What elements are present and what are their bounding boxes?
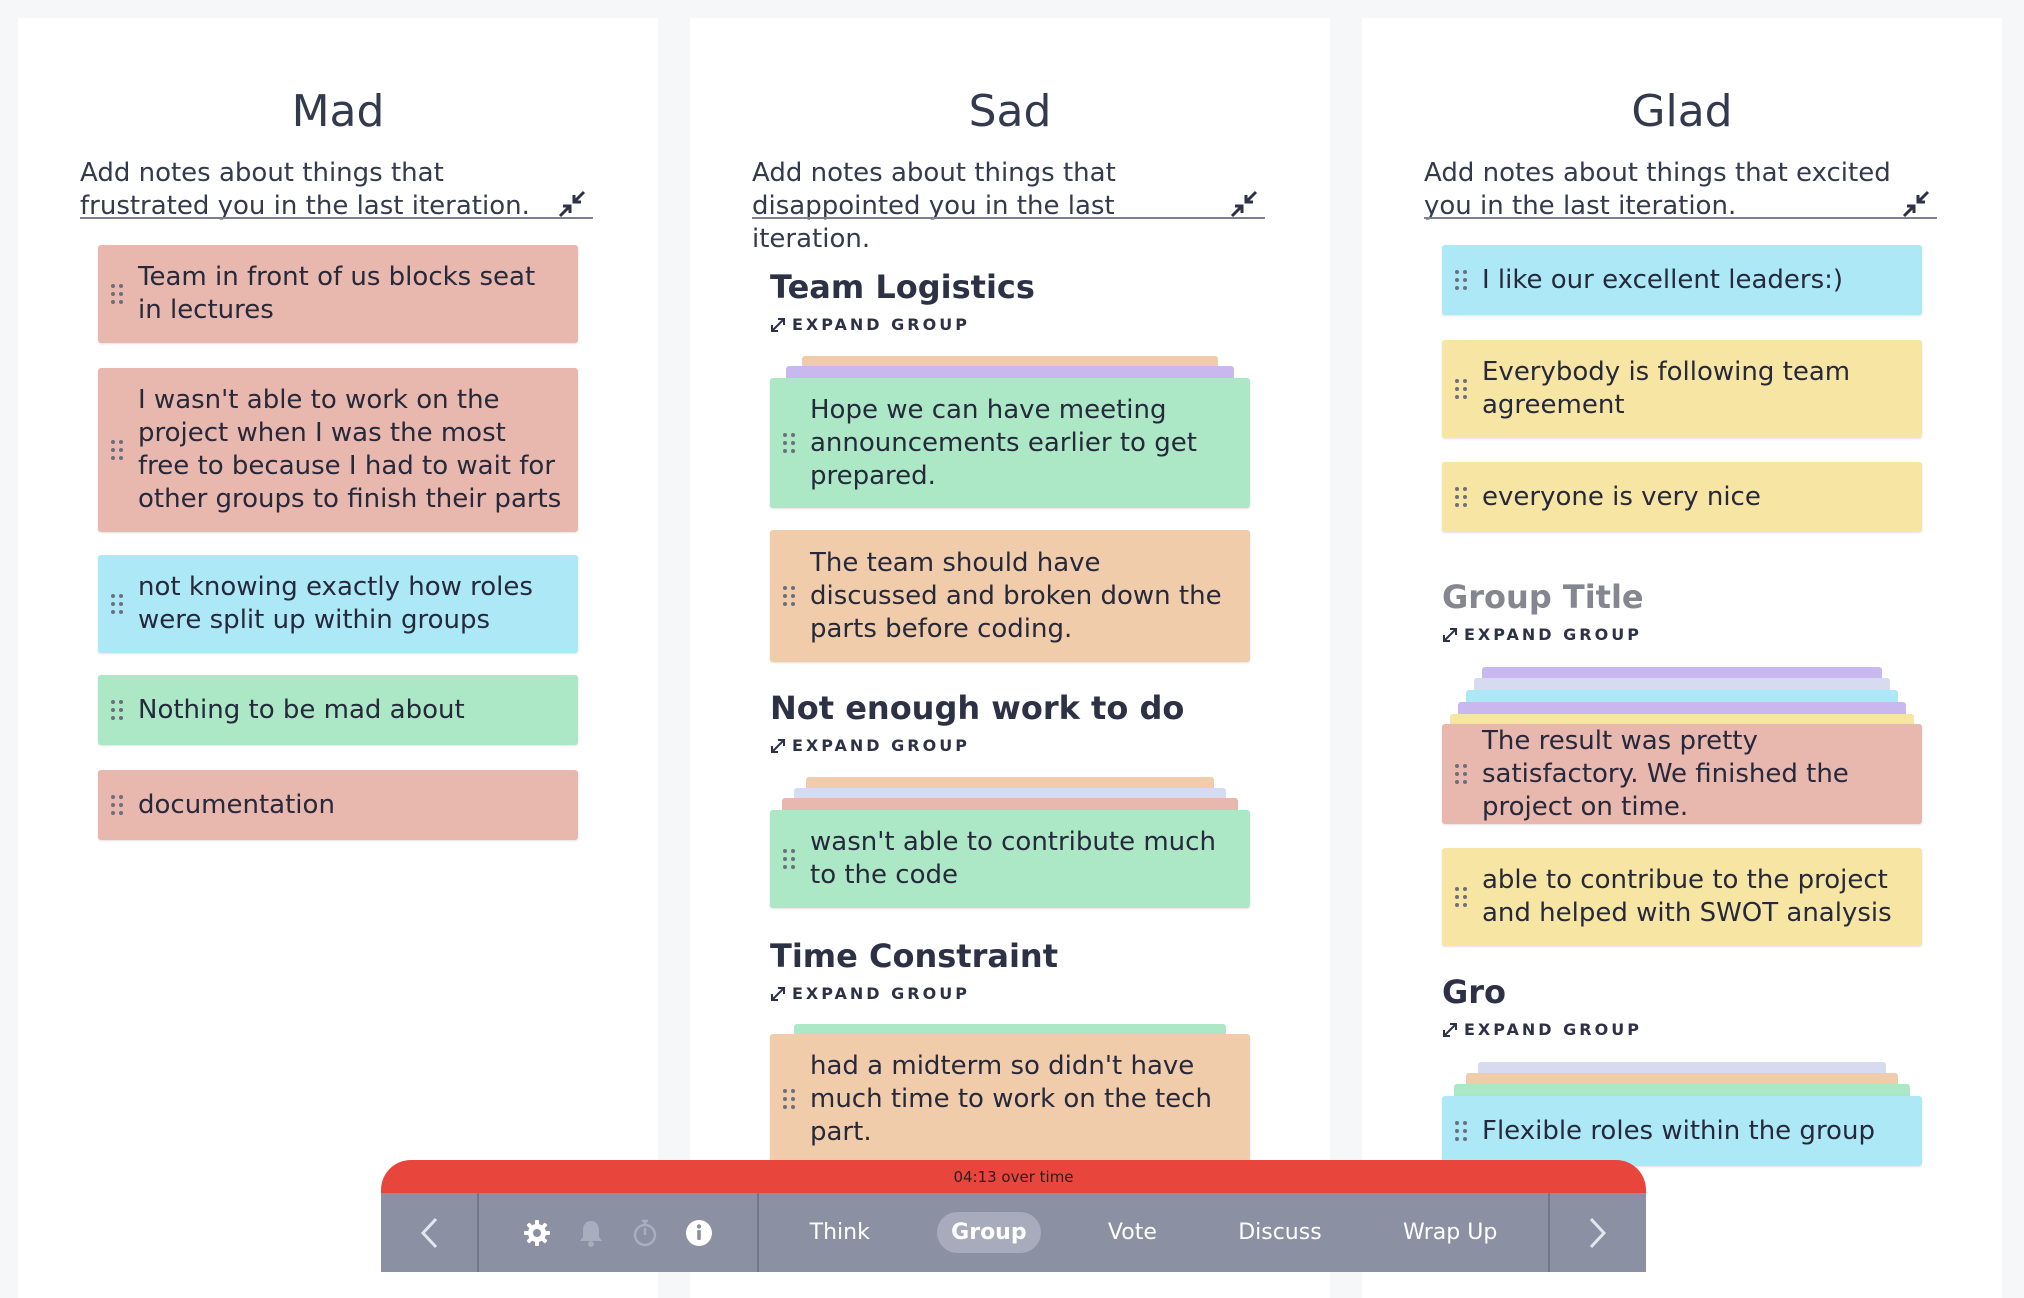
drag-handle-icon[interactable]	[1454, 377, 1468, 401]
drag-handle-icon[interactable]	[782, 431, 796, 455]
note-card[interactable]: Hope we can have meeting announcements e…	[770, 378, 1250, 508]
note-card[interactable]: able to contribue to the project and hel…	[1442, 848, 1922, 946]
expand-group-button[interactable]: EXPAND GROUP	[1442, 1020, 1642, 1039]
column-description: Add notes about things that disappointed…	[752, 158, 1116, 254]
collapse-icon[interactable]	[1230, 190, 1258, 218]
note-card[interactable]: everyone is very nice	[1442, 462, 1922, 532]
note-card[interactable]: The team should have discussed and broke…	[770, 530, 1250, 662]
chevron-right-icon	[1589, 1217, 1607, 1248]
drag-handle-icon[interactable]	[1454, 1119, 1468, 1143]
drag-handle-icon[interactable]	[110, 592, 124, 616]
info-icon[interactable]	[684, 1218, 714, 1248]
stack-layer	[1458, 702, 1906, 714]
group-title[interactable]: Time Constraint	[770, 937, 1058, 975]
drag-handle-icon[interactable]	[110, 793, 124, 817]
expand-icon	[771, 317, 785, 332]
column-description: Add notes about things that excited you …	[1424, 158, 1891, 221]
column-description: Add notes about things that frustrated y…	[80, 158, 530, 221]
note-card[interactable]: Flexible roles within the group	[1442, 1096, 1922, 1166]
stack-layer	[1474, 678, 1890, 690]
column-title: Mad	[291, 86, 385, 137]
expand-icon	[1443, 627, 1457, 642]
note-text: I wasn't able to work on the project whe…	[138, 385, 562, 514]
toolbar-icons	[479, 1193, 757, 1272]
drag-handle-icon[interactable]	[782, 1087, 796, 1111]
expand-icon	[771, 738, 785, 753]
stack-layer	[786, 366, 1234, 378]
chevron-left-icon	[420, 1217, 438, 1248]
group-title[interactable]: Team Logistics	[770, 268, 1035, 306]
expand-icon	[771, 986, 785, 1001]
step-wrap-up[interactable]: Wrap Up	[1389, 1212, 1511, 1253]
prev-button[interactable]	[381, 1193, 477, 1272]
divider	[752, 217, 1265, 219]
note-card[interactable]: documentation	[98, 770, 578, 840]
note-text: I like our excellent leaders:)	[1482, 264, 1844, 295]
collapse-icon[interactable]	[1902, 190, 1930, 218]
column-mad: Mad Add notes about things that frustrat…	[18, 18, 658, 1298]
drag-handle-icon[interactable]	[110, 438, 124, 462]
expand-group-button[interactable]: EXPAND GROUP	[770, 736, 970, 755]
timer-bar: 04:13 over time	[381, 1160, 1646, 1194]
note-text: everyone is very nice	[1482, 481, 1761, 512]
next-button[interactable]	[1550, 1193, 1646, 1272]
stopwatch-icon[interactable]	[631, 1218, 659, 1248]
note-text: Everybody is following team agreement	[1482, 357, 1851, 420]
note-card[interactable]: wasn't able to contribute much to the co…	[770, 810, 1250, 908]
step-vote[interactable]: Vote	[1094, 1212, 1171, 1253]
drag-handle-icon[interactable]	[1454, 885, 1468, 909]
note-text: Nothing to be mad about	[138, 694, 465, 725]
note-text: Team in front of us blocks seat in lectu…	[138, 262, 536, 325]
note-card[interactable]: Everybody is following team agreement	[1442, 340, 1922, 438]
note-text: The result was pretty satisfactory. We f…	[1482, 725, 1849, 822]
note-card[interactable]: Nothing to be mad about	[98, 675, 578, 745]
divider	[80, 217, 593, 219]
column-title: Glad	[1631, 86, 1733, 137]
drag-handle-icon[interactable]	[1454, 268, 1468, 292]
note-text: The team should have discussed and broke…	[810, 547, 1222, 644]
note-card[interactable]: The result was pretty satisfactory. We f…	[1442, 724, 1922, 824]
drag-handle-icon[interactable]	[782, 584, 796, 608]
phase-steps: Think Group Vote Discuss Wrap Up	[759, 1193, 1548, 1272]
gear-icon[interactable]	[522, 1218, 552, 1248]
divider	[1424, 217, 1937, 219]
stack-layer	[1466, 690, 1898, 702]
note-text: not knowing exactly how roles were split…	[138, 572, 533, 635]
note-text: Hope we can have meeting announcements e…	[810, 394, 1197, 491]
drag-handle-icon[interactable]	[110, 698, 124, 722]
step-think[interactable]: Think	[796, 1212, 884, 1253]
note-text: able to contribue to the project and hel…	[1482, 865, 1892, 928]
note-text: documentation	[138, 789, 335, 820]
expand-icon	[1443, 1022, 1457, 1037]
drag-handle-icon[interactable]	[1454, 762, 1468, 786]
note-text: wasn't able to contribute much to the co…	[810, 827, 1216, 890]
group-title[interactable]: Not enough work to do	[770, 689, 1184, 727]
step-group[interactable]: Group	[937, 1212, 1041, 1253]
bell-icon[interactable]	[577, 1218, 605, 1248]
note-card[interactable]: not knowing exactly how roles were split…	[98, 555, 578, 653]
step-discuss[interactable]: Discuss	[1224, 1212, 1335, 1253]
column-title: Sad	[968, 86, 1052, 137]
column-glad: Glad Add notes about things that excited…	[1362, 18, 2002, 1298]
note-card[interactable]: I wasn't able to work on the project whe…	[98, 368, 578, 532]
column-sad: Sad Add notes about things that disappoi…	[690, 18, 1330, 1298]
stack-layer	[1454, 1084, 1910, 1096]
stack-layer	[782, 798, 1238, 810]
drag-handle-icon[interactable]	[1454, 485, 1468, 509]
note-text: had a midterm so didn't have much time t…	[810, 1050, 1212, 1147]
expand-group-button[interactable]: EXPAND GROUP	[770, 984, 970, 1003]
facilitator-toolbar: Think Group Vote Discuss Wrap Up	[381, 1193, 1646, 1272]
note-card[interactable]: had a midterm so didn't have much time t…	[770, 1034, 1250, 1164]
note-card[interactable]: Team in front of us blocks seat in lectu…	[98, 245, 578, 343]
drag-handle-icon[interactable]	[110, 282, 124, 306]
collapse-icon[interactable]	[558, 190, 586, 218]
drag-handle-icon[interactable]	[782, 847, 796, 871]
group-title[interactable]: Group Title	[1442, 578, 1644, 616]
expand-group-button[interactable]: EXPAND GROUP	[1442, 625, 1642, 644]
note-text: Flexible roles within the group	[1482, 1115, 1875, 1146]
timer-text: 04:13 over time	[953, 1168, 1074, 1186]
expand-group-button[interactable]: EXPAND GROUP	[770, 315, 970, 334]
group-title[interactable]: Gro	[1442, 973, 1506, 1011]
note-card[interactable]: I like our excellent leaders:)	[1442, 245, 1922, 315]
